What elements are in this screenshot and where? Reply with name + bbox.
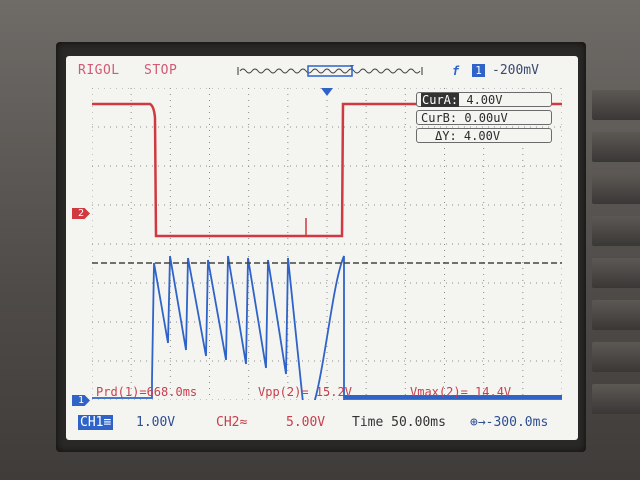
cursor-readout-panel: CurA: 4.00V CurB: 0.00uV ΔY: 4.00V [416,92,554,144]
run-state[interactable]: STOP [144,56,177,86]
vmax-measurement: Vmax(2)= 14.4V [410,385,512,399]
brand-label: RIGOL [78,63,120,78]
ch1-tag: CH1≡ [78,415,114,430]
vpp-measurement: Vpp(2)= 15.2V [258,385,352,399]
measurement-strip: Prd(1)=668.0ms Vpp(2)= 15.2V Vmax(2)= 14… [92,384,562,400]
period-measurement: Prd(1)=668.0ms [96,385,198,399]
trigger-level: -200mV [492,63,539,78]
ch1-marker-label: 1 [77,395,85,406]
cursor-delta-row: ΔY: 4.00V [416,128,552,143]
cursor-b-value: 0.00uV [464,111,508,125]
cursor-a-label: CurA: [421,93,460,107]
horizontal-offset: ⊕→-300.0ms [470,415,549,430]
oscilloscope-screen: RIGOL STOP f 1 -200mV 2 1 CurA: 4.00V Cu… [66,56,578,440]
ch2-ground-marker-icon[interactable]: 2 [72,208,90,219]
trigger-position-icon [321,88,333,96]
ch1-indicator[interactable]: CH1≡ [78,408,114,438]
cursor-b-row[interactable]: CurB: 0.00uV [416,110,552,125]
side-ridges [592,90,640,450]
cursor-a-value: 4.00V [466,93,503,107]
ch2-scale: 5.00V [286,415,326,430]
cursor-delta-label: ΔY: [435,129,457,143]
ch1-scale: 1.00V [136,415,176,430]
ch1-ground-marker-icon[interactable]: 1 [72,395,90,406]
rising-edge-icon: f [452,64,460,78]
channel-bar: CH1≡ 1.00V CH2≈ 5.00V Time 50.00ms ⊕→-30… [66,408,578,438]
cursor-delta-value: 4.00V [463,129,501,143]
status-bar: RIGOL STOP f 1 -200mV [66,56,578,86]
ch2-indicator[interactable]: CH2≈ [216,408,247,438]
timebase: Time 50.00ms [352,415,446,430]
cursor-a-row[interactable]: CurA: 4.00V [416,92,552,107]
cursor-b-label: CurB: [421,111,458,125]
ch2-marker-label: 2 [77,208,85,219]
trigger-source: 1 [472,64,485,77]
memory-depth-indicator [237,65,423,77]
